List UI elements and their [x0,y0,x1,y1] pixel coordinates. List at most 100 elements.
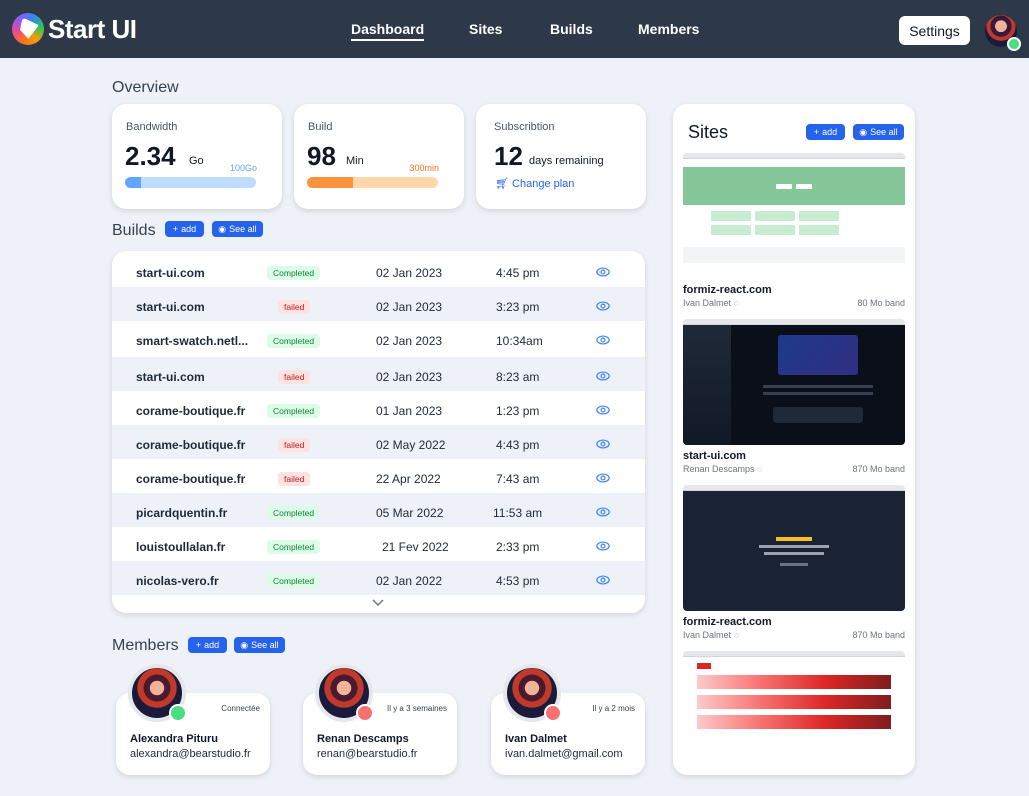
member-name: Ivan Dalmet [505,733,567,745]
site-screenshot-thumbnail[interactable] [683,485,905,611]
main-nav: Dashboard Sites Builds Members [0,0,1029,58]
subscription-card: Subscribtion 12 days remaining 🛒︎ Change… [476,104,646,209]
bandwidth-progress-fill [125,177,141,188]
member-email: renan@bearstudio.fr [317,748,418,760]
site-name[interactable]: formiz-react.com [683,616,772,628]
change-plan-link[interactable]: 🛒︎ Change plan [495,177,574,190]
build-row[interactable]: start-ui.com Completed 02 Jan 2023 4:45 pm [112,253,645,287]
view-build-eye-icon[interactable] [596,539,610,553]
build-row[interactable]: smart-swatch.netl... Completed 02 Jan 2023… [112,321,645,355]
build-site-name: smart-swatch.netl... [136,334,249,348]
member-name: Alexandra Pituru [130,733,219,745]
user-avatar[interactable] [985,15,1021,51]
members-see-all-label: See all [251,640,279,650]
build-date: 21 Fev 2022 [382,540,449,554]
members-see-all-button[interactable]: ◉ See all [234,637,285,653]
builds-title: Builds [112,222,156,239]
change-plan-label: Change plan [512,178,575,190]
eye-icon: ◉ [218,223,227,234]
build-site-name: start-ui.com [136,300,205,314]
build-date: 01 Jan 2023 [376,404,443,418]
build-row[interactable]: corame-boutique.fr Completed 01 Jan 2023 1:… [112,391,645,425]
build-site-name: picardquentin.fr [136,506,228,520]
eye-icon: ◉ [240,639,249,650]
member-status-dot [169,704,187,722]
top-navbar: Start UI Dashboard Sites Builds Members … [0,0,1029,58]
build-status-badge: Completed [267,334,321,348]
build-row[interactable]: start-ui.com failed 02 Jan 2023 3:23 pm [112,287,645,321]
builds-add-label: add [181,224,197,234]
build-status-badge: failed [278,438,311,452]
view-build-eye-icon[interactable] [596,437,610,451]
build-row[interactable]: corame-boutique.fr failed 02 May 2022 4:43 … [112,425,645,459]
member-status-dot [544,704,562,722]
view-build-eye-icon[interactable] [596,403,610,417]
build-date: 02 Jan 2023 [376,300,443,314]
build-time: 4:43 pm [496,438,540,452]
build-status-badge: failed [278,300,311,314]
build-status-badge: Completed [267,266,321,280]
build-site-name: corame-boutique.fr [136,404,246,418]
build-time: 2:33 pm [496,540,540,554]
view-build-eye-icon[interactable] [596,369,610,383]
build-row[interactable]: louistoullalan.fr Completed 21 Fev 2022 2:3… [112,527,645,561]
build-status-badge: Completed [267,506,321,520]
view-build-eye-icon[interactable] [596,333,610,347]
build-time: 3:23 pm [496,300,540,314]
site-bandwidth: 80 Mo band [857,298,905,308]
subscription-label: Subscribtion [494,121,555,133]
nav-sites[interactable]: Sites [469,21,502,37]
site-author: Ivan Dalmet ◌ [683,630,739,640]
build-row[interactable]: nicolas-vero.fr Completed 02 Jan 2022 4:53 … [112,561,645,595]
builds-table: start-ui.com Completed 02 Jan 2023 4:45 pm s… [112,251,645,613]
site-name[interactable]: start-ui.com [683,450,746,462]
site-author: Renan Descamps ◌ [683,464,763,474]
nav-builds[interactable]: Builds [550,21,593,37]
builds-see-all-button[interactable]: ◉ See all [212,221,263,237]
build-row[interactable]: corame-boutique.fr failed 22 Apr 2022 7:43 … [112,459,645,493]
build-unit: Min [346,155,364,167]
build-site-name: nicolas-vero.fr [136,574,219,588]
build-date: 02 Jan 2023 [376,334,443,348]
view-build-eye-icon[interactable] [596,471,610,485]
plus-icon: + [813,127,820,137]
view-build-eye-icon[interactable] [596,299,610,313]
view-build-eye-icon[interactable] [596,505,610,519]
build-date: 02 Jan 2023 [376,370,443,384]
overview-title: Overview [112,79,179,96]
sites-title: Sites [688,122,729,142]
build-time: 8:23 am [496,370,540,384]
sites-add-button[interactable]: + add [806,124,845,140]
eye-icon: ◉ [859,126,868,137]
site-name[interactable]: formiz-react.com [683,284,772,296]
site-screenshot-thumbnail[interactable] [683,651,905,751]
sites-see-all-label: See all [870,127,898,137]
bandwidth-value: 2.34 [125,141,176,171]
nav-members[interactable]: Members [638,21,699,37]
build-status-badge: Completed [267,574,321,588]
build-date: 22 Apr 2022 [376,472,441,486]
build-status-badge: Completed [267,540,321,554]
sites-add-label: add [822,127,838,137]
build-site-name: louistoullalan.fr [136,540,226,554]
view-build-eye-icon[interactable] [596,265,610,279]
plus-icon: + [195,640,202,650]
build-site-name: corame-boutique.fr [136,472,246,486]
sites-see-all-button[interactable]: ◉ See all [853,124,904,140]
sites-panel: Sites + add ◉ See all formiz-react.com Ivan… [673,104,915,775]
build-date: 02 May 2022 [376,438,446,452]
build-label: Build [308,121,333,133]
build-row[interactable]: start-ui.com failed 02 Jan 2023 8:23 am [112,357,645,391]
builds-add-button[interactable]: + add [165,221,204,237]
site-screenshot-thumbnail[interactable] [683,153,905,279]
build-cap: 300min [409,163,439,173]
view-build-eye-icon[interactable] [596,573,610,587]
members-add-button[interactable]: + add [188,637,227,653]
chevron-down-icon[interactable] [372,599,384,607]
settings-button[interactable]: Settings [899,16,970,45]
site-screenshot-thumbnail[interactable] [683,319,905,445]
member-email: alexandra@bearstudio.fr [130,748,251,760]
subscription-value: 12 [494,141,523,171]
build-row[interactable]: picardquentin.fr Completed 05 Mar 2022 11:5… [112,493,645,527]
nav-dashboard[interactable]: Dashboard [351,21,425,41]
